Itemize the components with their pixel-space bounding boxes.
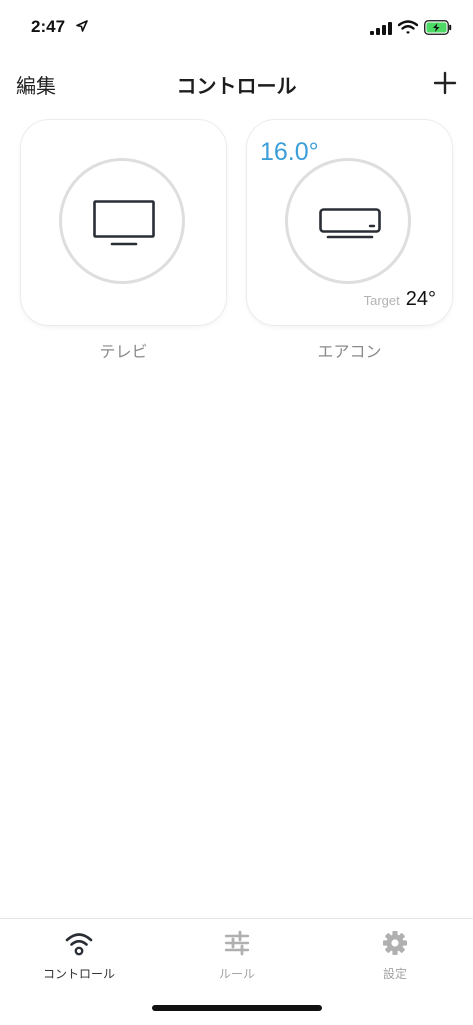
battery-charging-icon [424, 20, 452, 35]
tab-rules[interactable]: ルール [158, 929, 316, 982]
tab-settings-label: 設定 [382, 967, 407, 981]
status-time: 2:47 [31, 17, 66, 36]
air-conditioner-icon [319, 208, 381, 239]
target-label: Target [363, 293, 400, 308]
tv-card-tile[interactable] [21, 120, 226, 325]
target-temperature-row: Target 24° [364, 288, 436, 311]
current-temperature: 16.0° [260, 138, 319, 166]
location-arrow-icon [76, 20, 88, 32]
tab-settings[interactable]: 設定 [316, 929, 473, 982]
wifi-icon [398, 20, 418, 34]
gear-icon [383, 931, 407, 955]
cellular-signal-icon [370, 22, 392, 35]
home-indicator[interactable] [152, 1005, 322, 1011]
status-bar: 2:47 [0, 0, 473, 60]
sliders-icon [224, 930, 250, 956]
air-conditioner-card-tile[interactable]: 16.0° Target 24° [247, 120, 452, 325]
tab-rules-label: ルール [218, 967, 255, 981]
plus-icon[interactable] [432, 70, 458, 96]
tab-control[interactable]: コントロール [0, 929, 158, 982]
navigation-bar: 編集 コントロール [0, 60, 473, 106]
page-title: コントロール [176, 74, 297, 98]
wifi-icon [65, 933, 93, 956]
target-temperature: 24° [405, 288, 436, 310]
air-conditioner-label: エアコン [317, 342, 382, 361]
tab-control-label: コントロール [42, 967, 115, 981]
tv-label: テレビ [99, 342, 148, 361]
tv-icon [93, 200, 155, 246]
